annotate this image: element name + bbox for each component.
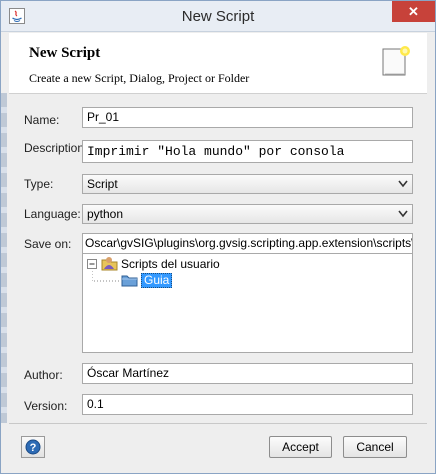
save-on-label: Save on: — [24, 237, 72, 251]
background-window-edge — [1, 93, 7, 423]
version-label: Version: — [24, 399, 68, 413]
close-button[interactable]: ✕ — [392, 1, 435, 22]
header-panel: New Script Create a new Script, Dialog, … — [9, 33, 427, 94]
svg-text:?: ? — [30, 442, 37, 454]
folder-tree[interactable]: Scripts del usuario Guia — [82, 253, 413, 353]
tree-node-label-selected: Guia — [141, 272, 173, 288]
author-input[interactable]: Óscar Martínez — [82, 363, 413, 384]
name-input[interactable]: Pr_01 — [82, 107, 413, 128]
description-label: Description: — [24, 141, 88, 155]
chevron-down-icon — [398, 180, 408, 188]
version-input[interactable]: 0.1 — [82, 394, 413, 415]
description-input[interactable]: Imprimir "Hola mundo" por consola — [82, 140, 413, 163]
type-select-value: Script — [87, 177, 118, 191]
window-title: New Script — [181, 8, 255, 25]
type-select[interactable]: Script — [82, 174, 413, 194]
language-label: Language: — [24, 207, 81, 221]
tree-node-guia[interactable]: Guia — [121, 272, 173, 288]
tree-node-label: Scripts del usuario — [121, 257, 220, 271]
language-select-value: python — [87, 207, 124, 221]
folder-icon — [121, 275, 138, 286]
help-button[interactable]: ? — [21, 436, 45, 458]
type-label: Type: — [24, 177, 54, 191]
author-label: Author: — [24, 368, 63, 382]
chevron-down-icon — [398, 210, 408, 218]
new-document-icon — [382, 46, 410, 76]
header-subtitle: Create a new Script, Dialog, Project or … — [29, 71, 250, 85]
save-on-path-input[interactable]: Oscar\gvSIG\plugins\org.gvsig.scripting.… — [82, 233, 413, 254]
name-label: Name: — [24, 113, 60, 127]
accept-button[interactable]: Accept — [269, 436, 332, 458]
new-script-dialog: New Script ✕ New Script Create a new Scr… — [0, 0, 436, 474]
tree-connector — [92, 268, 120, 282]
language-select[interactable]: python — [82, 204, 413, 224]
help-icon: ? — [25, 439, 41, 455]
footer-separator — [9, 423, 427, 424]
title-bar[interactable]: New Script ✕ — [1, 1, 435, 32]
cancel-button[interactable]: Cancel — [343, 436, 407, 458]
header-title: New Script — [29, 45, 101, 61]
